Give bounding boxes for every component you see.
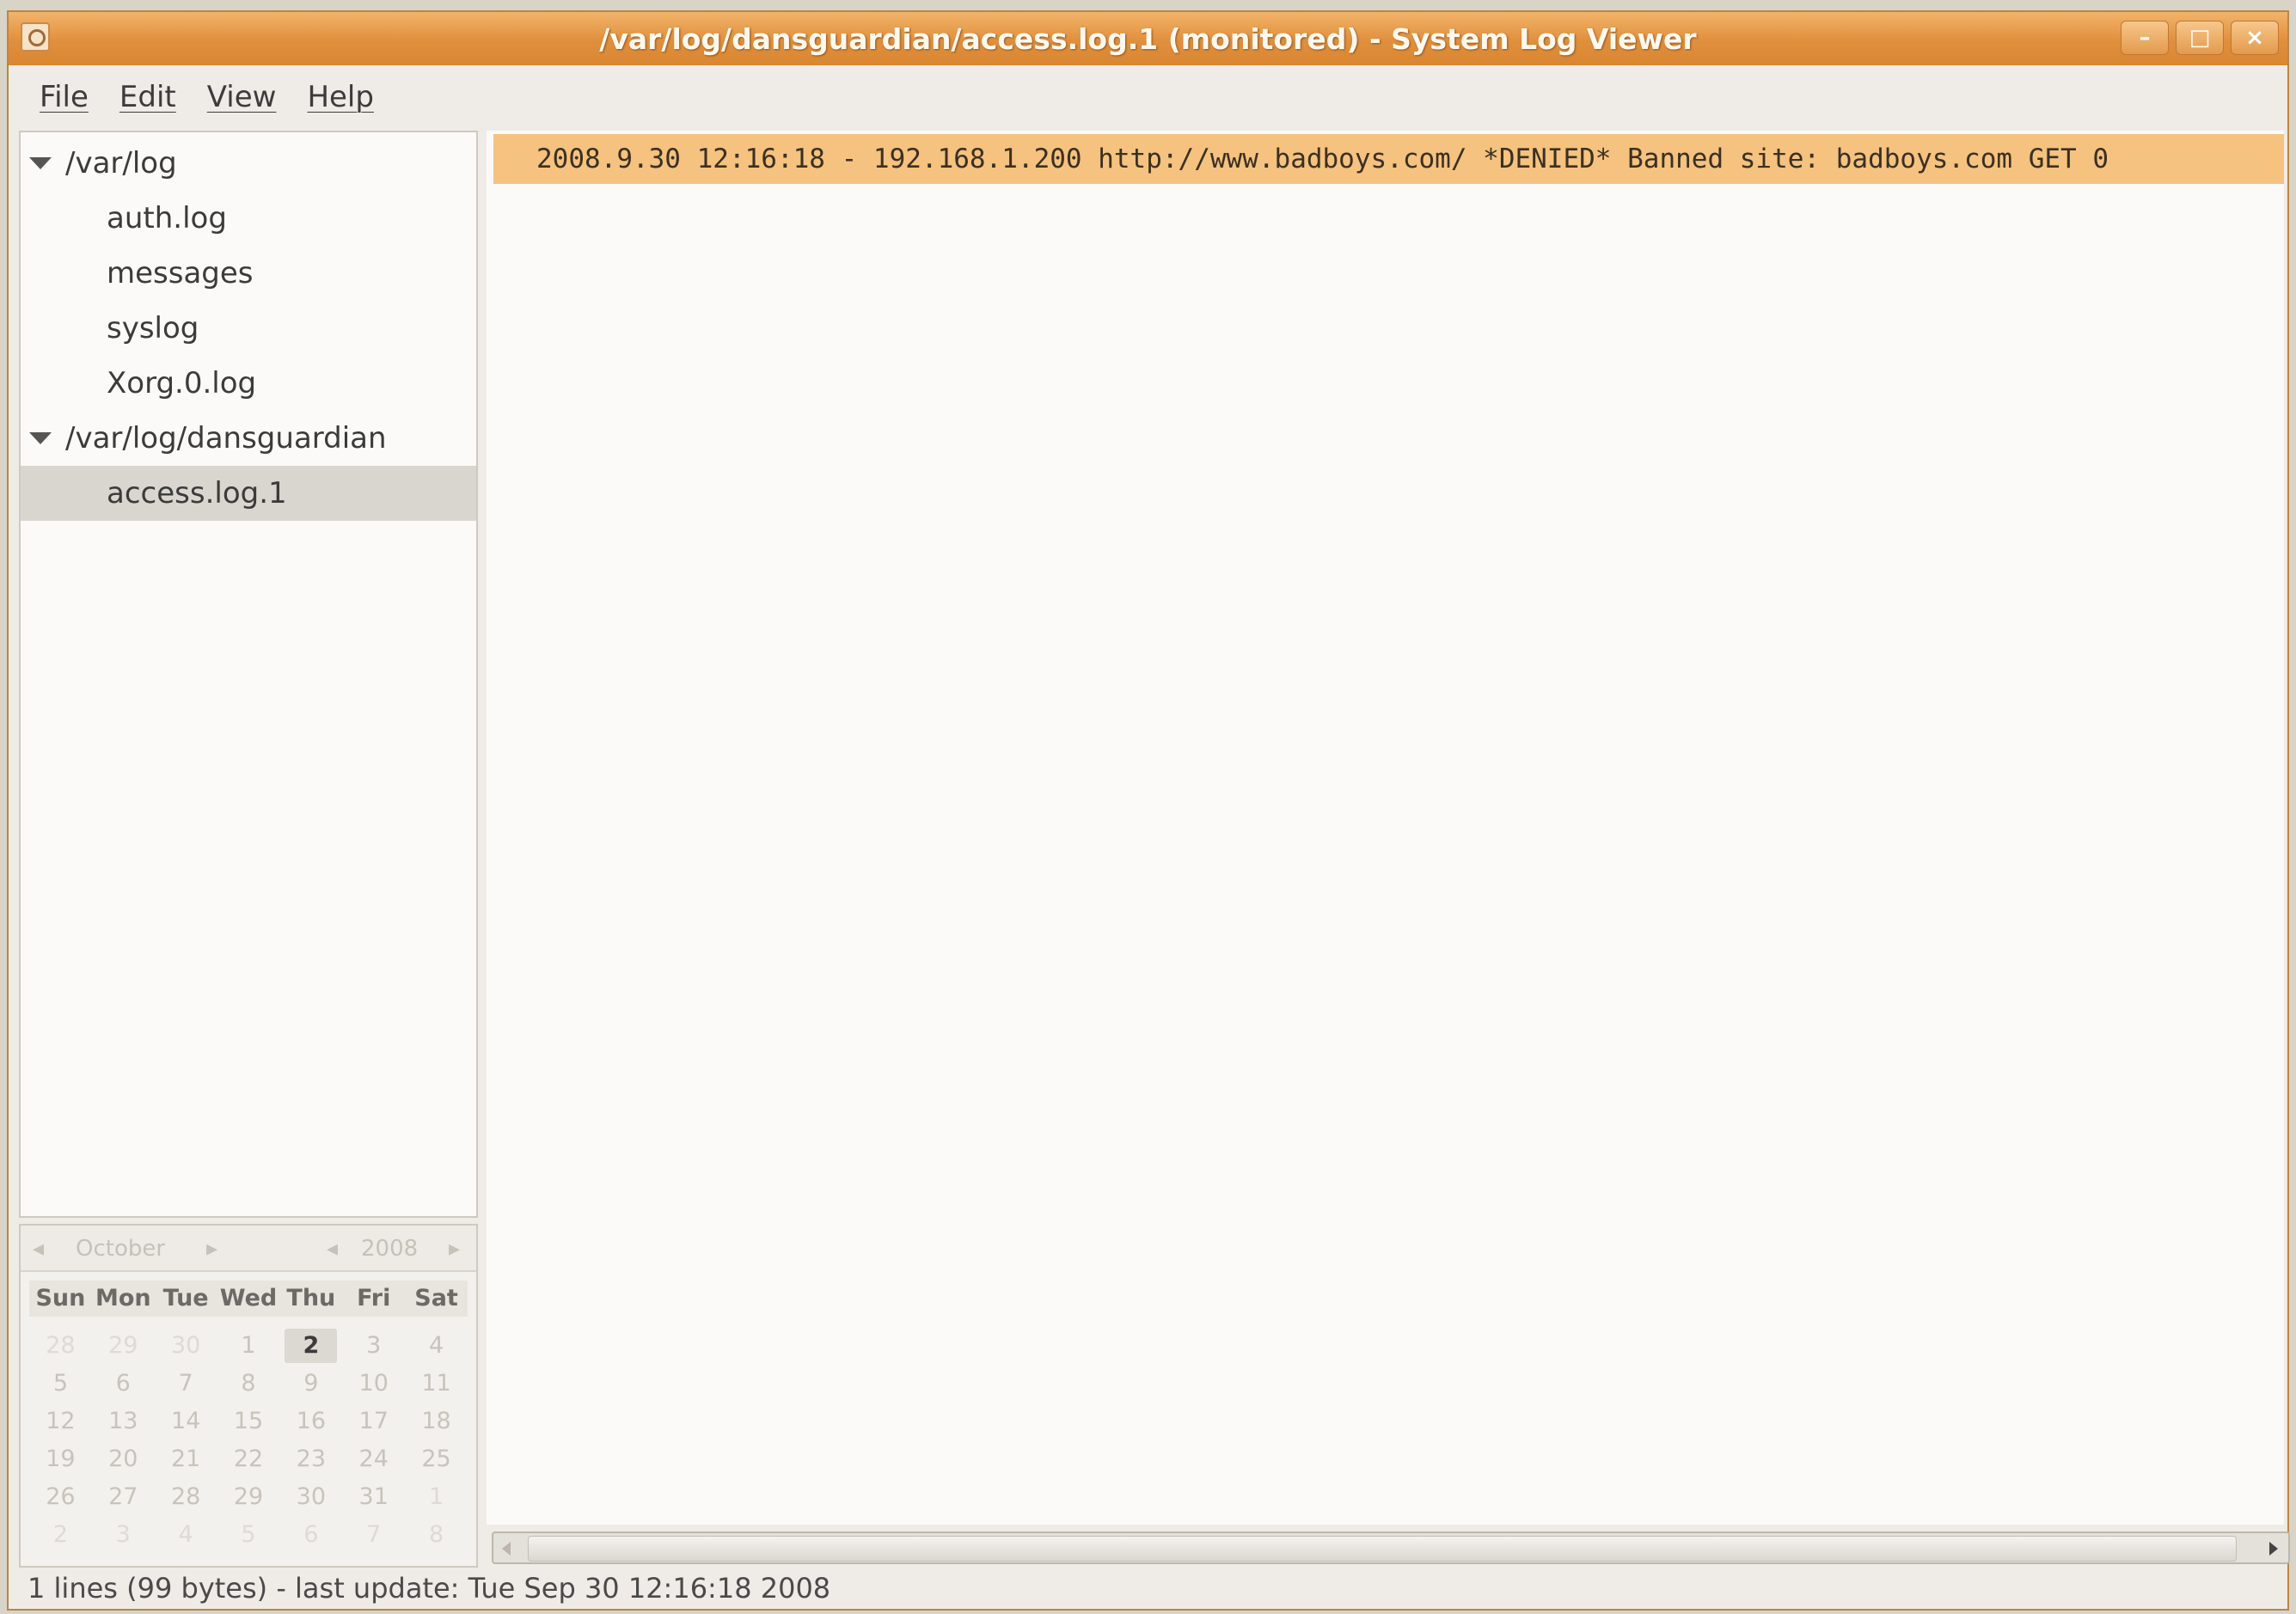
calendar-day[interactable]: 8: [405, 1516, 468, 1554]
menu-view[interactable]: View: [192, 80, 292, 114]
calendar-day[interactable]: 16: [279, 1403, 342, 1440]
calendar-day[interactable]: 14: [155, 1403, 217, 1440]
prev-month-icon[interactable]: ◂: [33, 1236, 44, 1262]
calendar-day[interactable]: 19: [29, 1440, 92, 1478]
maximize-button[interactable]: □: [2176, 21, 2224, 55]
scroll-left-icon[interactable]: [502, 1542, 511, 1556]
calendar-month: October: [76, 1236, 166, 1262]
calendar-day[interactable]: 30: [155, 1327, 217, 1365]
calendar-day-header: Mon: [95, 1285, 151, 1311]
calendar-year: 2008: [361, 1236, 419, 1262]
menu-edit[interactable]: Edit: [104, 80, 192, 114]
calendar-day[interactable]: 18: [405, 1403, 468, 1440]
calendar-day[interactable]: 1: [217, 1327, 280, 1365]
tree-group-dansguardian[interactable]: /var/log/dansguardian: [21, 411, 476, 466]
tree-item-label: auth.log: [107, 201, 227, 235]
prev-year-icon[interactable]: ◂: [327, 1236, 338, 1262]
calendar-day[interactable]: 12: [29, 1403, 92, 1440]
calendar-day[interactable]: 29: [217, 1478, 280, 1516]
minimize-button[interactable]: –: [2121, 21, 2169, 55]
calendar-day-header: Wed: [219, 1285, 278, 1311]
calendar: ◂ October ▸ ◂ 2008 ▸ Sun Mon Tue Wed Thu Fri S…: [19, 1224, 478, 1568]
calendar-day[interactable]: 27: [92, 1478, 155, 1516]
tree-item-label: syslog: [107, 311, 199, 345]
calendar-day[interactable]: 2: [285, 1329, 338, 1363]
tree-item-auth-log[interactable]: auth.log: [21, 191, 476, 246]
calendar-day[interactable]: 26: [29, 1478, 92, 1516]
menu-help[interactable]: Help: [291, 80, 389, 114]
next-year-icon[interactable]: ▸: [449, 1236, 460, 1262]
log-view[interactable]: 2008.9.30 12:16:18 - 192.168.1.200 http:…: [487, 131, 2284, 1525]
calendar-day[interactable]: 22: [217, 1440, 280, 1478]
calendar-day-header: Sun: [35, 1285, 86, 1311]
calendar-day[interactable]: 5: [29, 1365, 92, 1403]
calendar-day[interactable]: 28: [29, 1327, 92, 1365]
calendar-day[interactable]: 30: [279, 1478, 342, 1516]
calendar-header: ◂ October ▸ ◂ 2008 ▸: [21, 1226, 476, 1272]
tree-item-xorg-log[interactable]: Xorg.0.log: [21, 356, 476, 411]
calendar-day[interactable]: 20: [92, 1440, 155, 1478]
status-bar: 1 lines (99 bytes) - last update: Tue Se…: [9, 1568, 2287, 1609]
calendar-day[interactable]: 10: [342, 1365, 405, 1403]
calendar-day[interactable]: 25: [405, 1440, 468, 1478]
calendar-day[interactable]: 31: [342, 1478, 405, 1516]
expander-icon[interactable]: [29, 157, 52, 169]
calendar-day[interactable]: 2: [29, 1516, 92, 1554]
calendar-day[interactable]: 7: [342, 1516, 405, 1554]
calendar-day[interactable]: 3: [342, 1327, 405, 1365]
calendar-day-header: Thu: [286, 1285, 336, 1311]
tree-item-label: Xorg.0.log: [107, 366, 257, 400]
log-file-tree: /var/log auth.log messages syslog Xorg.0…: [19, 131, 478, 1218]
title-bar[interactable]: /var/log/dansguardian/access.log.1 (moni…: [9, 12, 2287, 66]
calendar-day[interactable]: 8: [217, 1365, 280, 1403]
calendar-day[interactable]: 21: [155, 1440, 217, 1478]
log-viewer-window: /var/log/dansguardian/access.log.1 (moni…: [7, 10, 2290, 1611]
calendar-day[interactable]: 4: [405, 1327, 468, 1365]
window-title: /var/log/dansguardian/access.log.1 (moni…: [599, 22, 1697, 56]
calendar-day-header: Fri: [357, 1285, 391, 1311]
tree-item-messages[interactable]: messages: [21, 246, 476, 301]
calendar-day[interactable]: 29: [92, 1327, 155, 1365]
tree-item-label: messages: [107, 256, 254, 290]
calendar-day[interactable]: 3: [92, 1516, 155, 1554]
horizontal-scrollbar[interactable]: [492, 1531, 2290, 1564]
calendar-day[interactable]: 17: [342, 1403, 405, 1440]
tree-group-var-log[interactable]: /var/log: [21, 136, 476, 191]
expander-icon[interactable]: [29, 432, 52, 444]
calendar-day[interactable]: 6: [279, 1516, 342, 1554]
log-line[interactable]: 2008.9.30 12:16:18 - 192.168.1.200 http:…: [493, 134, 2284, 184]
tree-item-syslog[interactable]: syslog: [21, 301, 476, 356]
menu-bar: File Edit View Help: [9, 65, 2287, 129]
calendar-day-header: Tue: [162, 1285, 209, 1311]
calendar-day-headers: Sun Mon Tue Wed Thu Fri Sat: [29, 1281, 468, 1317]
calendar-day[interactable]: 15: [217, 1403, 280, 1440]
calendar-day[interactable]: 6: [92, 1365, 155, 1403]
close-button[interactable]: ×: [2231, 21, 2279, 55]
scroll-right-icon[interactable]: [2269, 1542, 2278, 1556]
calendar-day[interactable]: 5: [217, 1516, 280, 1554]
calendar-day[interactable]: 11: [405, 1365, 468, 1403]
calendar-day[interactable]: 7: [155, 1365, 217, 1403]
calendar-day[interactable]: 24: [342, 1440, 405, 1478]
tree-item-label: access.log.1: [107, 476, 287, 510]
calendar-day[interactable]: 4: [155, 1516, 217, 1554]
calendar-day-header: Sat: [414, 1285, 458, 1311]
calendar-day[interactable]: 28: [155, 1478, 217, 1516]
calendar-day[interactable]: 1: [405, 1478, 468, 1516]
calendar-day[interactable]: 13: [92, 1403, 155, 1440]
scrollbar-thumb[interactable]: [528, 1536, 2237, 1562]
tree-group-label: /var/log/dansguardian: [65, 421, 387, 455]
calendar-day[interactable]: 9: [279, 1365, 342, 1403]
tree-group-label: /var/log: [65, 146, 177, 180]
menu-file[interactable]: File: [24, 80, 104, 114]
next-month-icon[interactable]: ▸: [206, 1236, 217, 1262]
calendar-day[interactable]: 23: [279, 1440, 342, 1478]
tree-item-access-log-1[interactable]: access.log.1: [21, 466, 476, 521]
calendar-grid: 28 29 30 1 2 3 4 5 6 7 8 9 10 11 12 13 14 15 16 17 18 19 20 21 2…: [29, 1327, 468, 1554]
